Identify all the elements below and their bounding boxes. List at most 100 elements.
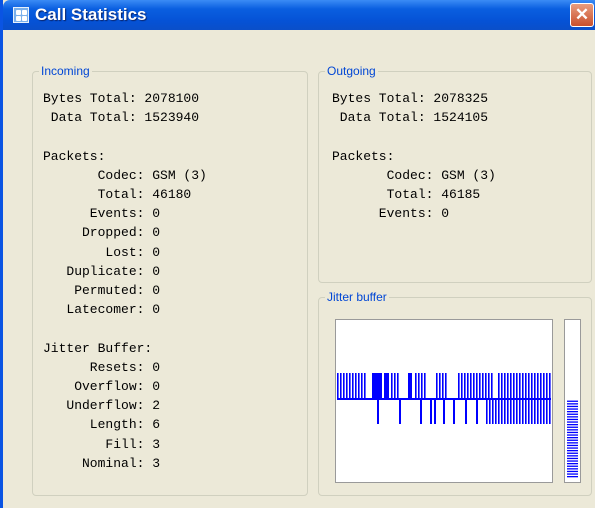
upper-tick — [516, 373, 518, 398]
lower-tick — [434, 400, 436, 424]
lower-tick — [399, 400, 401, 424]
lower-tick — [540, 400, 542, 424]
app-icon — [13, 7, 29, 23]
upper-tick — [464, 373, 466, 398]
stat-line: Underflow: 2 — [43, 398, 161, 414]
lower-tick — [537, 400, 539, 424]
meter-segment — [567, 447, 578, 449]
upper-tick — [491, 373, 493, 398]
upper-tick — [522, 373, 524, 398]
lower-tick — [498, 400, 500, 424]
upper-tick — [340, 373, 342, 398]
jitter-buffer-graph-canvas — [337, 373, 551, 424]
window-title: Call Statistics — [35, 5, 147, 24]
upper-tick — [537, 373, 539, 398]
stat-line: Dropped: 0 — [43, 225, 161, 241]
stat-line: Bytes Total: 2078100 — [43, 91, 200, 106]
meter-segment — [567, 465, 578, 467]
stat-line: Total: 46185 — [332, 187, 481, 203]
graph-baseline — [337, 398, 551, 400]
meter-segment — [567, 444, 578, 447]
lower-tick — [516, 400, 518, 424]
upper-tick — [355, 373, 357, 398]
upper-tick — [534, 373, 536, 398]
upper-tick — [421, 373, 423, 398]
lower-tick — [534, 400, 536, 424]
upper-tick — [343, 373, 345, 398]
meter-segment — [567, 452, 578, 454]
upper-tick — [501, 373, 503, 398]
lower-tick — [528, 400, 530, 424]
stat-line: Bytes Total: 2078325 — [332, 91, 489, 106]
jitter-buffer-fill-meter — [564, 319, 581, 483]
upper-tick — [346, 373, 348, 398]
outgoing-legend: Outgoing — [327, 64, 376, 78]
upper-tick — [485, 373, 487, 398]
meter-segment — [567, 463, 578, 465]
lower-tick — [476, 400, 478, 424]
meter-segment — [567, 460, 578, 462]
title-bar[interactable]: Call Statistics ✕ — [3, 0, 595, 30]
meter-segment — [567, 468, 578, 470]
upper-tick — [510, 373, 512, 398]
upper-tick — [482, 373, 484, 398]
lower-tick — [501, 400, 503, 424]
lower-tick — [486, 400, 488, 424]
upper-tick — [546, 373, 548, 398]
upper-tick-block — [372, 373, 382, 398]
upper-tick — [358, 373, 360, 398]
upper-tick — [543, 373, 545, 398]
lower-tick — [531, 400, 533, 424]
stat-line: Codec: GSM (3) — [43, 167, 207, 183]
meter-segment — [567, 403, 578, 405]
meter-segment — [567, 411, 578, 413]
lower-tick — [489, 400, 491, 424]
upper-tick — [418, 373, 420, 398]
stat-line: Length: 6 — [43, 417, 161, 433]
stat-line: Data Total: 1524105 — [332, 110, 489, 126]
upper-tick — [439, 373, 441, 398]
meter-segment — [567, 431, 578, 434]
lower-tick — [465, 400, 467, 424]
meter-segment — [567, 434, 578, 436]
upper-tick — [461, 373, 463, 398]
upper-tick — [349, 373, 351, 398]
lower-tick — [504, 400, 506, 424]
stat-line: Events: 0 — [332, 206, 450, 222]
meter-segment — [567, 418, 578, 421]
upper-tick — [528, 373, 530, 398]
upper-tick — [488, 373, 490, 398]
incoming-stats: Bytes Total: 2078100 Data Total: 1523940… — [43, 89, 207, 473]
stat-line — [43, 319, 207, 338]
meter-segment — [567, 424, 578, 426]
stat-line: Jitter Buffer: — [43, 340, 153, 356]
stat-line — [43, 127, 207, 146]
lower-tick — [492, 400, 494, 424]
upper-tick — [467, 373, 469, 398]
stat-line: Packets: — [332, 148, 395, 164]
stat-line: Codec: GSM (3) — [332, 167, 496, 183]
stat-line: Nominal: 3 — [43, 455, 161, 471]
upper-tick — [531, 373, 533, 398]
upper-tick — [424, 373, 426, 398]
stat-line: Fill: 3 — [43, 436, 161, 452]
lower-tick — [510, 400, 512, 424]
upper-tick — [337, 373, 339, 398]
jitter-buffer-legend: Jitter buffer — [327, 290, 387, 304]
upper-tick — [525, 373, 527, 398]
lower-tick — [420, 400, 422, 424]
lower-tick — [546, 400, 548, 424]
meter-segment — [567, 405, 578, 408]
upper-tick — [507, 373, 509, 398]
close-button[interactable]: ✕ — [570, 3, 594, 27]
stat-line: Events: 0 — [43, 206, 161, 222]
lower-tick — [543, 400, 545, 424]
upper-tick — [549, 373, 551, 398]
stat-line: Permuted: 0 — [43, 283, 161, 299]
meter-segment — [567, 439, 578, 441]
jitter-buffer-graph — [335, 319, 553, 483]
upper-tick — [436, 373, 438, 398]
jitter-buffer-fill-meter-canvas — [567, 400, 578, 478]
upper-tick — [519, 373, 521, 398]
upper-tick — [473, 373, 475, 398]
